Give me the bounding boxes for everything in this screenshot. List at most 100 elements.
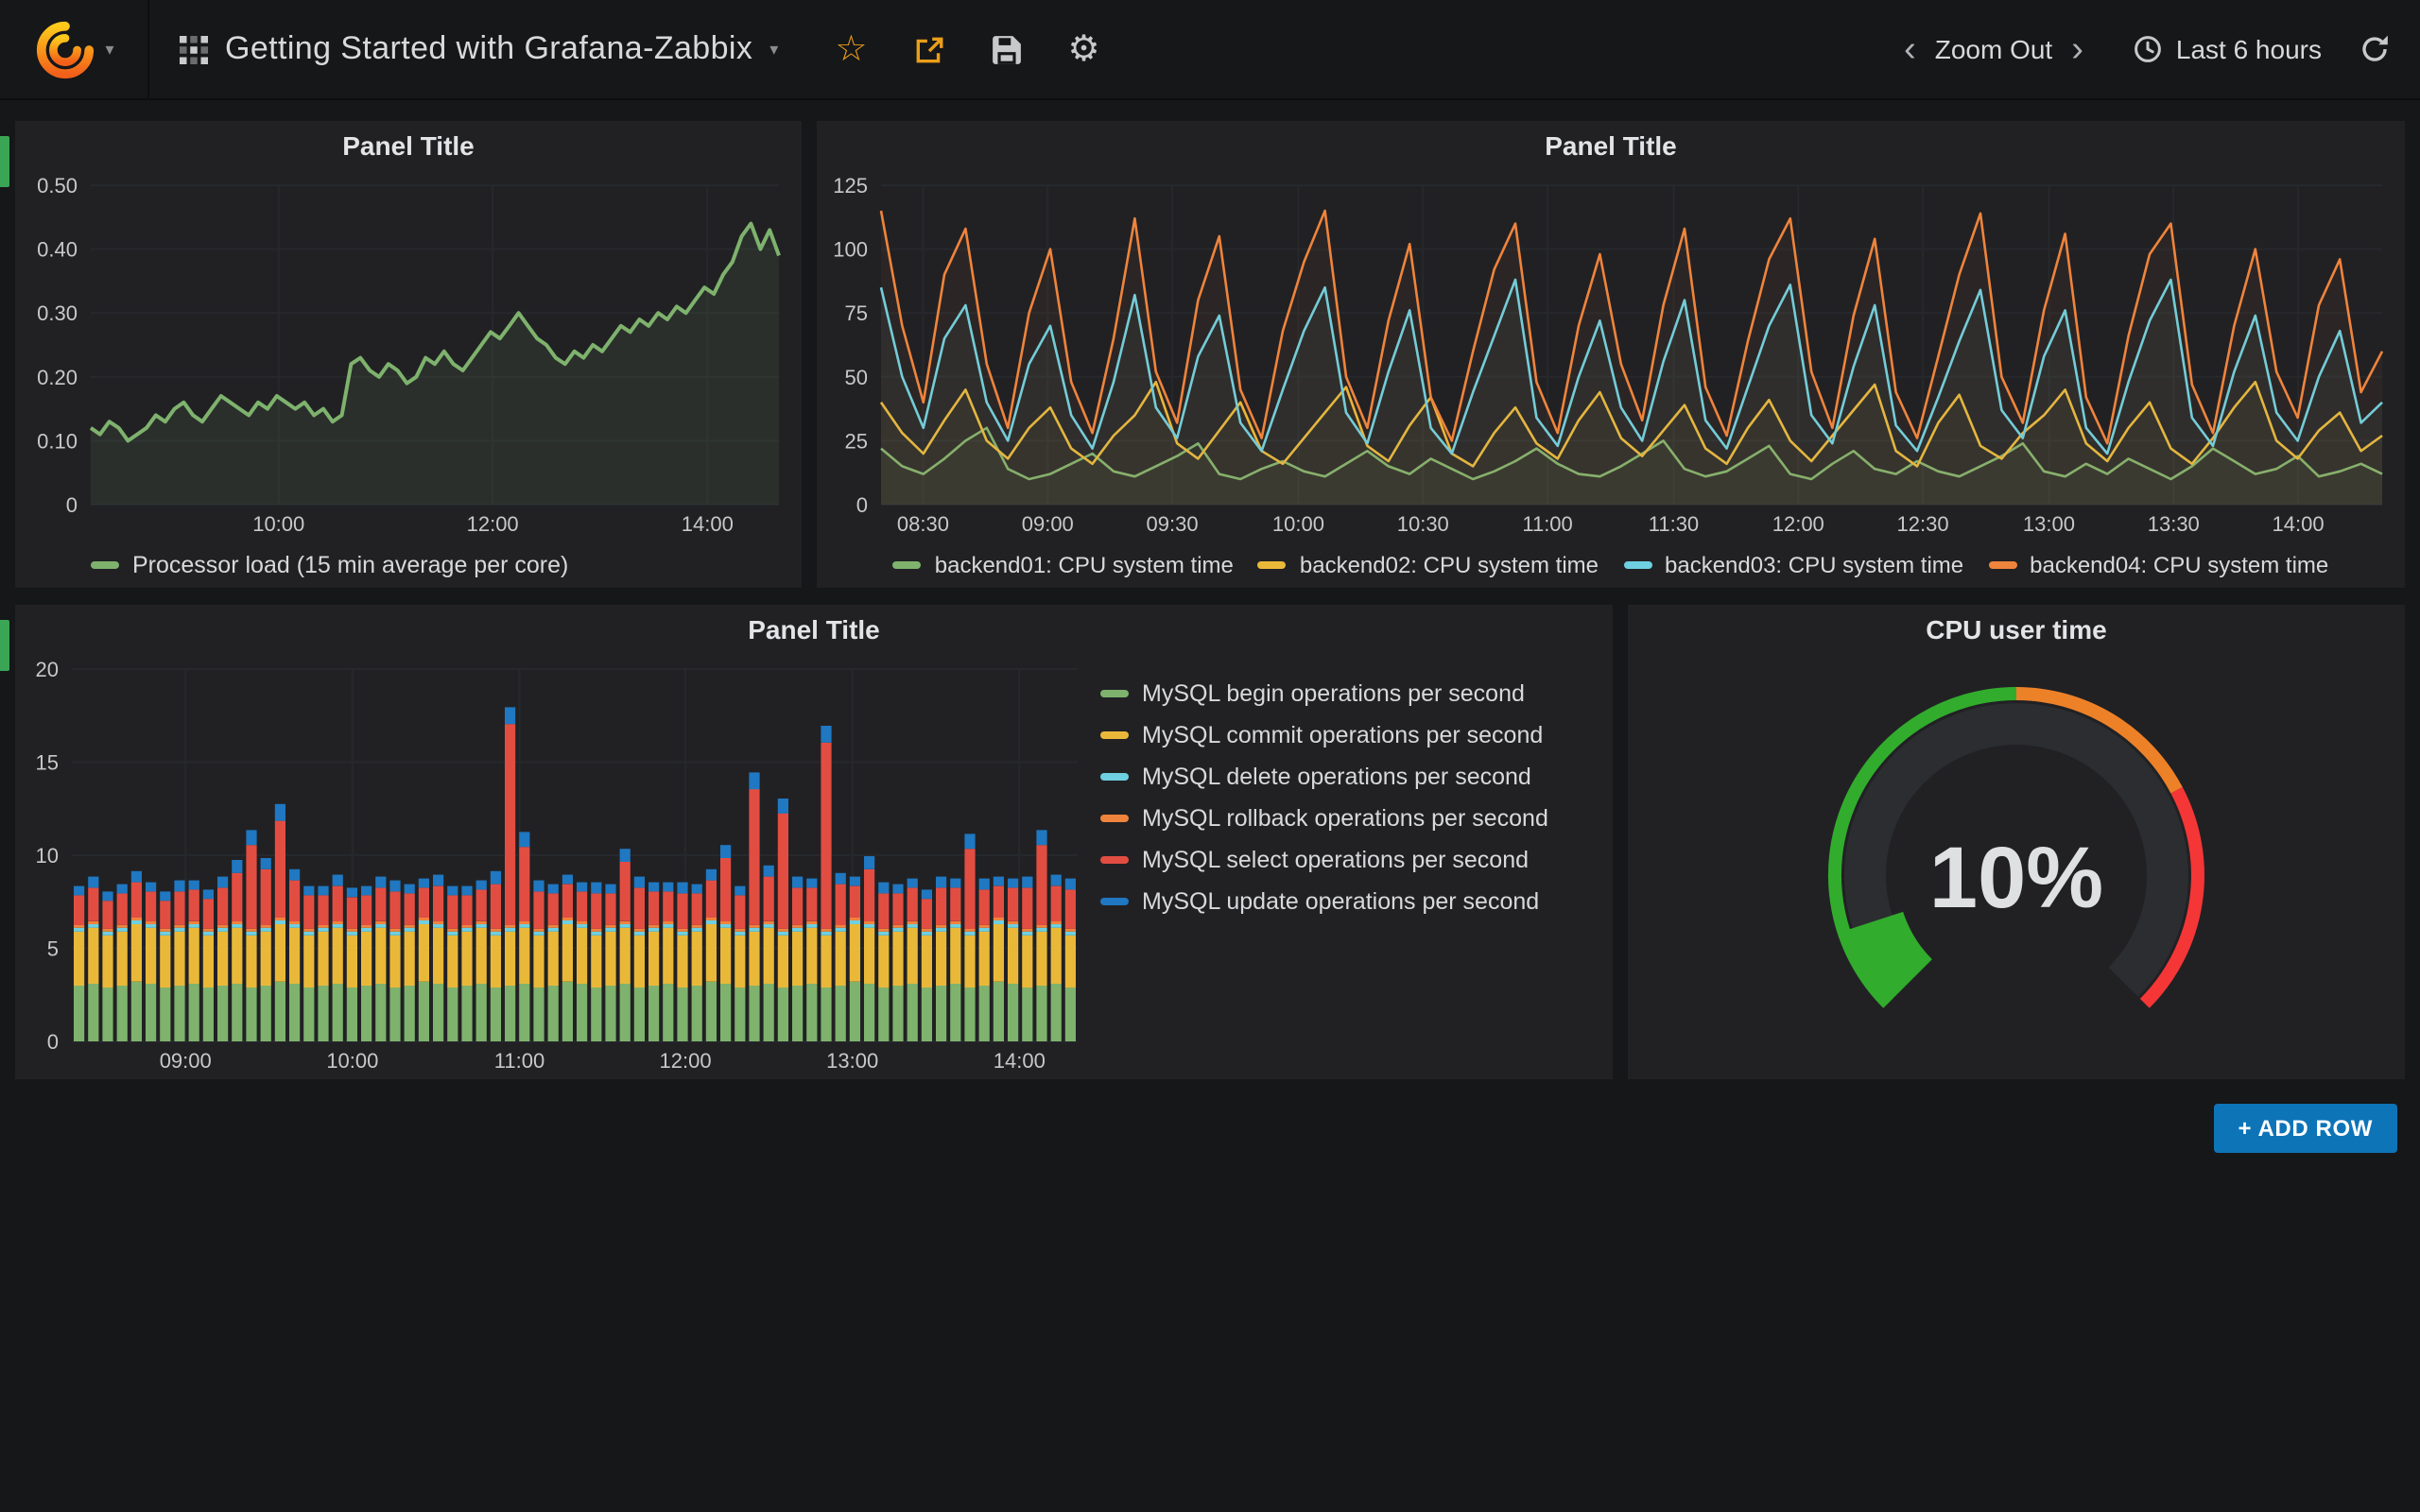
svg-text:0.30: 0.30	[37, 301, 78, 325]
legend-item[interactable]: backend03: CPU system time	[1623, 552, 1963, 578]
svg-text:14:00: 14:00	[682, 512, 734, 536]
legend-swatch	[1100, 690, 1129, 697]
svg-text:13:30: 13:30	[2148, 512, 2200, 536]
cpu-system-time-chart[interactable]: 025507510012508:3009:0009:3010:0010:3011…	[817, 170, 2405, 542]
svg-text:100: 100	[833, 238, 868, 262]
legend-swatch	[893, 561, 922, 569]
legend-label: MySQL commit operations per second	[1142, 722, 1543, 748]
chevron-down-icon: ▾	[769, 41, 778, 58]
add-row-bar: + ADD ROW	[15, 1104, 2405, 1153]
panel-title[interactable]: Panel Title	[15, 605, 1613, 654]
chart-legend: backend01: CPU system time backend02: CPU…	[817, 542, 2405, 588]
svg-text:13:00: 13:00	[826, 1049, 878, 1073]
settings-button[interactable]: ⚙	[1067, 31, 1099, 67]
svg-text:11:00: 11:00	[494, 1049, 544, 1073]
legend-label: backend04: CPU system time	[2030, 552, 2328, 578]
legend-label: Processor load (15 min average per core)	[132, 552, 568, 578]
legend-item[interactable]: MySQL commit operations per second	[1100, 722, 1601, 748]
grafana-logo-icon	[33, 18, 95, 80]
legend-swatch	[1100, 773, 1129, 781]
svg-text:11:00: 11:00	[1522, 512, 1572, 536]
row-handle[interactable]	[0, 136, 9, 187]
panel-title[interactable]: Panel Title	[817, 121, 2405, 170]
time-range-picker[interactable]: Last 6 hours	[2133, 34, 2322, 64]
time-back-button[interactable]: ‹	[1896, 31, 1924, 67]
svg-text:12:00: 12:00	[467, 512, 519, 536]
svg-text:12:30: 12:30	[1897, 512, 1949, 536]
legend-label: backend02: CPU system time	[1300, 552, 1599, 578]
chart-legend: Processor load (15 min average per core)	[15, 542, 802, 588]
legend-label: MySQL begin operations per second	[1142, 680, 1525, 707]
dashboard-grid-icon	[180, 35, 208, 63]
chart-svg: 0510152009:0010:0011:0012:0013:0014:00	[15, 654, 1093, 1079]
svg-text:20: 20	[36, 658, 59, 681]
legend-item[interactable]: backend04: CPU system time	[1988, 552, 2328, 578]
legend-swatch	[1100, 815, 1129, 822]
legend-item[interactable]: MySQL rollback operations per second	[1100, 805, 1601, 832]
legend-item[interactable]: backend02: CPU system time	[1258, 552, 1599, 578]
clock-icon	[2133, 34, 2163, 64]
legend-label: MySQL update operations per second	[1142, 888, 1539, 915]
legend-item[interactable]: backend01: CPU system time	[893, 552, 1234, 578]
panel-title[interactable]: CPU user time	[1628, 605, 2405, 654]
svg-text:50: 50	[845, 366, 868, 389]
dashboard-row-1: Panel Title 0 0.10 0.20 0.30 0.40 0.50 10:00 12…	[15, 121, 2405, 588]
dashboard-row-2: Panel Title 0510152009:0010:0011:0012:00…	[15, 605, 2405, 1079]
legend-item[interactable]: Processor load (15 min average per core)	[91, 552, 568, 578]
time-forward-button[interactable]: ›	[2064, 31, 2091, 67]
svg-text:13:00: 13:00	[2023, 512, 2075, 536]
refresh-button[interactable]	[2360, 34, 2390, 64]
legend-label: backend03: CPU system time	[1665, 552, 1963, 578]
panel-cpu-system-time: Panel Title 025507510012508:3009:0009:30…	[817, 121, 2405, 588]
share-icon	[912, 33, 944, 65]
svg-text:0: 0	[856, 493, 868, 517]
legend-label: MySQL select operations per second	[1142, 847, 1529, 873]
panel-title[interactable]: Panel Title	[15, 121, 802, 170]
legend-item[interactable]: MySQL delete operations per second	[1100, 764, 1601, 790]
svg-text:0.50: 0.50	[37, 174, 78, 198]
add-row-button[interactable]: + ADD ROW	[2213, 1104, 2397, 1153]
cpu-user-time-gauge[interactable]: 10%	[1628, 654, 2405, 1079]
svg-text:09:00: 09:00	[1022, 512, 1074, 536]
chart-legend: MySQL begin operations per second MySQL c…	[1093, 654, 1613, 1079]
legend-swatch	[91, 561, 119, 569]
floppy-save-icon	[990, 33, 1022, 65]
dashboard-actions: ☆ ⚙	[835, 31, 1099, 67]
svg-text:0: 0	[47, 1030, 59, 1054]
svg-text:09:00: 09:00	[160, 1049, 212, 1073]
legend-swatch	[1623, 561, 1651, 569]
legend-label: backend01: CPU system time	[935, 552, 1234, 578]
save-button[interactable]	[990, 33, 1022, 65]
svg-text:14:00: 14:00	[994, 1049, 1046, 1073]
svg-text:0.40: 0.40	[37, 238, 78, 262]
share-button[interactable]	[912, 33, 944, 65]
processor-load-chart[interactable]: 00.100.200.300.400.5010:0012:0014:00	[15, 170, 802, 542]
legend-label: MySQL delete operations per second	[1142, 764, 1531, 790]
legend-item[interactable]: MySQL begin operations per second	[1100, 680, 1601, 707]
svg-text:0.20: 0.20	[37, 366, 78, 389]
svg-text:15: 15	[36, 751, 59, 775]
dashboard-title: Getting Started with Grafana-Zabbix	[225, 30, 752, 68]
dashboard: Panel Title 0 0.10 0.20 0.30 0.40 0.50 10:00 12…	[0, 100, 2420, 1153]
svg-text:0.10: 0.10	[37, 429, 78, 453]
zoom-out-button[interactable]: Zoom Out	[1924, 34, 2065, 64]
legend-item[interactable]: MySQL select operations per second	[1100, 847, 1601, 873]
panel-mysql-operations: Panel Title 0510152009:0010:0011:0012:00…	[15, 605, 1613, 1079]
dashboard-title-menu[interactable]: Getting Started with Grafana-Zabbix ▾	[180, 30, 778, 68]
svg-text:10:00: 10:00	[252, 512, 304, 536]
mysql-operations-chart[interactable]: 0510152009:0010:0011:0012:0013:0014:00	[15, 654, 1093, 1079]
chart-svg: 025507510012508:3009:0009:3010:0010:3011…	[817, 170, 2405, 542]
row-handle[interactable]	[0, 620, 9, 671]
svg-text:11:30: 11:30	[1649, 512, 1699, 536]
star-button[interactable]: ☆	[835, 31, 867, 67]
chart-svg: 10%	[1628, 654, 2405, 1079]
time-range-label: Last 6 hours	[2176, 34, 2322, 64]
svg-text:10: 10	[36, 844, 59, 868]
legend-item[interactable]: MySQL update operations per second	[1100, 888, 1601, 915]
svg-text:75: 75	[845, 301, 868, 325]
svg-text:12:00: 12:00	[1772, 512, 1824, 536]
grafana-logo-button[interactable]: ▾	[0, 0, 149, 98]
svg-text:25: 25	[845, 429, 868, 453]
svg-text:10:00: 10:00	[1272, 512, 1324, 536]
svg-text:125: 125	[833, 174, 868, 198]
